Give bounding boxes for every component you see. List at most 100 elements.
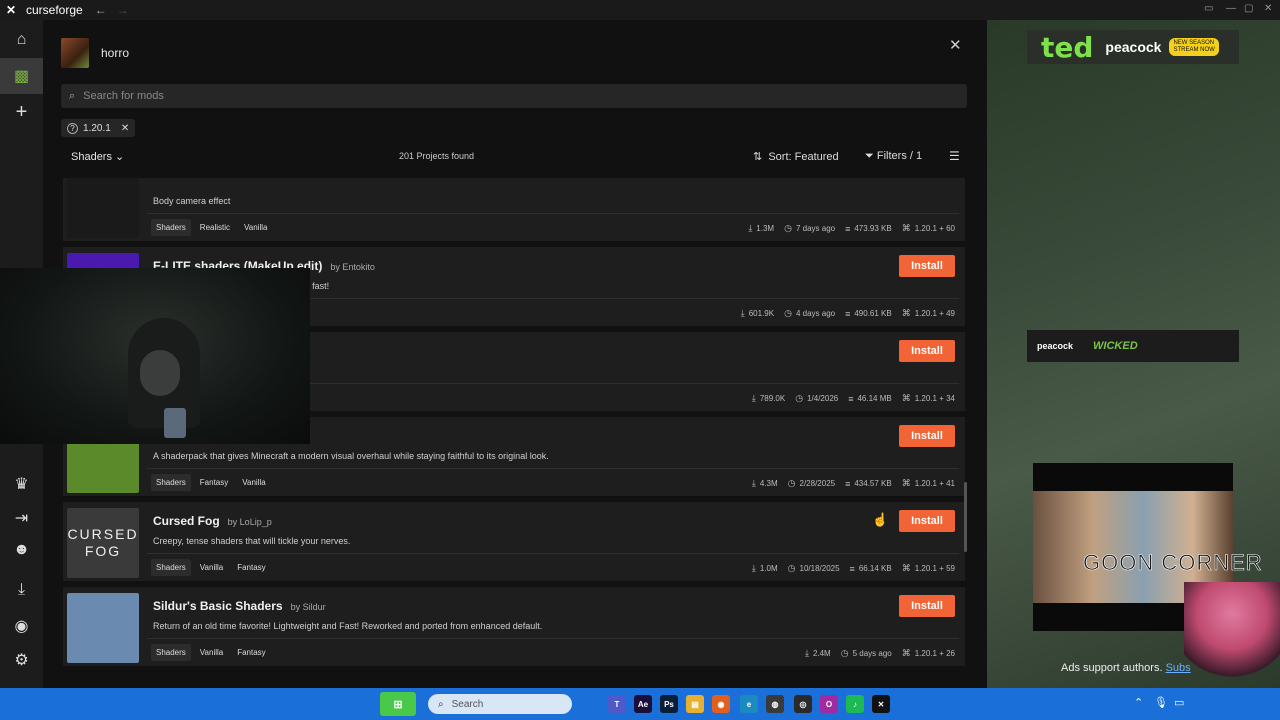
project-tag[interactable]: Shaders [151,559,191,576]
project-name[interactable]: Sildur's Basic Shaders by Sildur [153,599,326,613]
project-name[interactable]: Cursed Fog by LoLip_p [153,514,272,528]
start-button[interactable]: ⊞ [380,692,416,716]
project-tag[interactable]: Vanilla [195,644,228,661]
notification-icon: ◉ [14,618,29,635]
project-row[interactable]: Sildur's Basic Shaders by Sildur Return of… [63,587,965,669]
install-button[interactable]: Install [899,595,955,617]
project-name[interactable] [153,178,161,188]
maximize-button[interactable]: ▢ [1244,3,1253,14]
project-thumbnail[interactable] [67,593,139,663]
project-tag[interactable]: Fantasy [232,644,270,661]
teams-icon[interactable]: T [608,695,626,713]
sidebar-toggle-icon[interactable]: ▭ [1204,3,1213,14]
project-author[interactable]: by Sildur [291,602,326,612]
window-close-button[interactable]: ✕ [1264,3,1272,14]
game-versions-value: 1.20.1 + 59 [914,564,955,573]
edge-icon[interactable]: e [740,695,758,713]
sort-label: Sort: Featured [768,151,839,163]
display-icon[interactable]: ▭ [1174,696,1184,709]
sidebar-item-discord[interactable]: ☻ [0,532,43,568]
download-count-value: 789.0K [759,394,786,403]
install-button[interactable]: Install [899,255,955,277]
version-filter-chip[interactable]: ? 1.20.1 ✕ [61,119,136,137]
game-versions-value: 1.20.1 + 49 [914,309,955,318]
last-updated: ◷ 2/28/2025 [788,478,835,489]
photoshop-icon[interactable]: Ps [660,695,678,713]
minimize-button[interactable]: — [1226,3,1236,14]
project-title[interactable]: Cursed Fog [153,514,220,528]
sort-dropdown[interactable]: ⇅ Sort: Featured [753,150,839,163]
list-scrollbar[interactable] [964,482,967,552]
download-icon: ⤓ [17,581,26,598]
install-button[interactable]: Install [899,425,955,447]
project-stats: ⤓ 789.0K ◷ 1/4/2026 ≡ 46.14 MB ⌘ 1.20.1 + 34 [742,393,955,404]
back-button[interactable]: ← [95,3,107,17]
class-dropdown[interactable]: Shaders ⌄ [71,150,124,163]
ad-peacock-logo: peacock [1105,39,1162,55]
project-title[interactable]: Sildur's Basic Shaders [153,599,283,613]
downloads-icon: ⤓ [804,648,809,658]
obs-icon[interactable]: ◎ [794,695,812,713]
chrome-icon[interactable]: ◍ [766,695,784,713]
project-tag[interactable]: Fantasy [195,474,233,491]
project-tags: Shaders Vanilla Fantasy [151,644,275,661]
download-count-value: 2.4M [812,649,831,658]
project-tag[interactable]: Shaders [151,644,191,661]
sidebar-item-settings[interactable]: ⚙ [0,642,43,678]
sidebar-item-premium[interactable]: ♛ [0,466,43,502]
project-tag[interactable]: Vanilla [239,219,272,236]
size-icon: ≡ [848,393,854,404]
file-explorer-icon[interactable]: ▤ [686,695,704,713]
project-tag[interactable]: Fantasy [232,559,270,576]
close-icon[interactable]: ✕ [949,36,962,54]
file-size-value: 66.14 KB [858,564,892,573]
project-tag[interactable]: Shaders [151,474,191,491]
remove-filter-icon[interactable]: ✕ [121,123,129,134]
list-view-icon[interactable]: ☰ [949,149,960,163]
filters-button[interactable]: ⏷ Filters / 1 [865,150,922,163]
spotify-icon[interactable]: ♪ [846,695,864,713]
taskbar-search[interactable]: ⌕ Search [428,694,572,714]
game-versions-value: 1.20.1 + 26 [914,649,955,658]
search-input[interactable]: ⌕ Search for mods [61,84,967,108]
sidebar-item-downloads[interactable]: ⤓ [0,572,43,608]
after-effects-icon[interactable]: Ae [634,695,652,713]
project-author[interactable]: by Entokito [330,262,375,272]
top-banner-ad[interactable]: ted peacock NEW SEASON STREAM NOW [1027,30,1239,64]
project-tag[interactable]: Shaders [151,219,191,236]
sidebar-item-notifications[interactable]: ◉ [0,608,43,644]
project-thumbnail[interactable] [67,178,139,238]
sidebar-item-minecraft[interactable]: ▩ [0,58,43,94]
download-count-value: 1.0M [759,564,778,573]
size-icon: ≡ [845,308,851,319]
install-button[interactable]: Install [899,340,955,362]
project-author[interactable]: by LoLip_p [228,517,272,527]
file-size: ≡ 46.14 MB [848,393,892,404]
sidebar-item-login[interactable]: ⇥ [0,500,43,536]
stream-overlay-text: GOON CORNER [1083,550,1263,576]
firefox-icon[interactable]: ◉ [712,695,730,713]
project-row[interactable]: CURSED FOG Cursed Fog by LoLip_p Creepy, ten… [63,502,965,584]
downloads-icon: ⤓ [748,223,753,233]
game-versions-value: 1.20.1 + 41 [914,479,955,488]
mid-banner-ad[interactable]: peacock WICKED [1027,330,1239,362]
forward-button[interactable]: → [117,3,129,17]
curseforge-icon[interactable]: ✕ [872,695,890,713]
file-size: ≡ 473.93 KB [845,223,892,234]
ad-wicked-title: WICKED [1093,340,1138,352]
game-versions: ⌘ 1.20.1 + 26 [902,648,955,659]
opera-icon[interactable]: O [820,695,838,713]
project-tag[interactable]: Vanilla [195,559,228,576]
project-tag[interactable]: Realistic [195,219,235,236]
microphone-icon[interactable]: 🎙 [1154,696,1168,709]
tray-chevron-icon[interactable]: ⌃ [1134,696,1143,709]
sidebar-item-add[interactable]: + [0,94,43,130]
project-row[interactable]: Body camera effect Shaders Realistic Vanill… [63,178,965,244]
project-tag[interactable]: Vanilla [237,474,270,491]
updated-icon: ◷ [787,563,796,573]
versions-icon: ⌘ [901,478,911,488]
minecraft-icon: ▩ [13,68,30,85]
install-button[interactable]: Install [899,510,955,532]
sidebar-item-home[interactable]: ⌂ [0,22,43,58]
project-thumbnail[interactable]: CURSED FOG [67,508,139,578]
